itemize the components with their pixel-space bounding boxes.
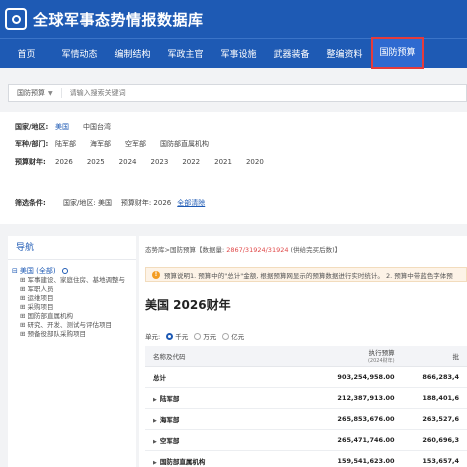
unit-label: 单元: [145, 333, 161, 341]
filter-year-option[interactable]: 2020 [246, 158, 264, 166]
radio-dot-icon [61, 268, 68, 274]
notice-text: 预算说明1. 预算中的"总计"金额, 根据预算网显示的预算数据进行实时统计。 2… [164, 271, 453, 280]
budget-table: 名称及代码 执行预算 (2024财年) 批 总计 903,254,958.00 8… [145, 346, 467, 467]
search-input[interactable] [61, 89, 362, 97]
main-nav: 首页 军情动态 编制结构 军政主官 军事设施 武器装备 整编资料 国防预算 [0, 36, 467, 69]
sidebar-title: 导航 [8, 236, 136, 260]
filter-service-option[interactable]: 国防部直属机构 [160, 139, 209, 149]
filter-conditions-text: 国家/地区: 美国 预算财年: 2026 [63, 199, 172, 207]
table-row[interactable]: ▶ 陆军部 212,387,913.00 188,401,6 [145, 387, 467, 409]
filter-year-option[interactable]: 2025 [87, 158, 105, 166]
clear-all-link[interactable]: 全部清除 [177, 198, 205, 208]
search-scope-select[interactable]: 国防预算 ▼ [9, 88, 62, 98]
nav-military-news[interactable]: 军情动态 [53, 47, 106, 60]
tree-root-label: 美国 (全部) [19, 267, 56, 275]
table-row[interactable]: ▶ 海军部 265,853,676.00 263,527,6 [145, 408, 467, 430]
sidebar-item[interactable]: ⊞ 预备役部队采购项目 [8, 330, 136, 339]
filter-year-option[interactable]: 2023 [150, 158, 168, 166]
filter-year-option[interactable]: 2021 [214, 158, 232, 166]
col-name: 名称及代码 [145, 346, 306, 367]
filter-country-option[interactable]: 中国台湾 [83, 122, 111, 132]
nav-defense-budget[interactable]: 国防预算 [371, 36, 424, 69]
col-exec[interactable]: 执行预算 (2024财年) [306, 346, 403, 367]
filter-year-option[interactable]: 2022 [182, 158, 200, 166]
sidebar-item[interactable]: ⊞ 国防部直属机构 [8, 312, 136, 321]
table-row[interactable]: 总计 903,254,958.00 866,283,4 [145, 366, 467, 388]
sidebar-item[interactable]: ⊞ 采购项目 [8, 303, 136, 312]
filter-country-label: 国家/地区: [15, 123, 49, 131]
sidebar-item[interactable]: ⊞ 军职人员 [8, 285, 136, 294]
table-header-row: 名称及代码 执行预算 (2024财年) 批 [145, 346, 467, 367]
filter-service-label: 军种/部门: [15, 140, 49, 148]
radio-ten-thousand[interactable] [194, 332, 202, 340]
page-title: 美国 2026财年 [145, 298, 231, 312]
nav-facilities[interactable]: 军事设施 [212, 47, 265, 60]
radio-thousand[interactable] [166, 332, 174, 340]
budget-notice: ! 预算说明1. 预算中的"总计"金额, 根据预算网显示的预算数据进行实时统计。… [145, 267, 467, 282]
filter-year-option[interactable]: 2026 [55, 158, 73, 166]
site-title: 全球军事态势情报数据库 [33, 10, 204, 29]
expand-arrow-icon[interactable]: ▶ [153, 460, 157, 466]
filter-panel: 国家/地区: 美国 中国台湾 军种/部门: 陆军部 海军部 空军部 国防部直属机… [0, 112, 467, 224]
table-row[interactable]: ▶ 空军部 265,471,746.00 260,696,3 [145, 429, 467, 451]
header: 全球军事态势情报数据库 [0, 0, 467, 38]
expand-arrow-icon[interactable]: ▶ [153, 418, 157, 424]
breadcrumb: 态势库>国防预算【数据量: 2867/31924/31924 (供给完买后数)】 [145, 246, 342, 254]
sidebar-item[interactable]: ⊞ 研究、开发、测试与评估项目 [8, 321, 136, 330]
filter-conditions-label: 筛选条件: [15, 199, 46, 207]
database-logo-icon [5, 8, 27, 30]
filter-service: 军种/部门: 陆军部 海军部 空军部 国防部直属机构 [15, 139, 223, 149]
filter-conditions: 筛选条件: 国家/地区: 美国 预算财年: 2026 全部清除 [15, 198, 205, 208]
expand-arrow-icon[interactable]: ▶ [153, 439, 157, 445]
sidebar-item[interactable]: ⊞ 军事建设、家庭住房、基地调整与 [8, 276, 136, 285]
search-bar: 国防预算 ▼ [8, 84, 467, 102]
filter-country-option[interactable]: 美国 [55, 122, 69, 132]
filter-service-option[interactable]: 空军部 [125, 139, 146, 149]
filter-year-label: 预算财年: [15, 158, 46, 166]
radio-hundred-million[interactable] [222, 332, 230, 340]
filter-country: 国家/地区: 美国 中国台湾 [15, 122, 125, 132]
col-approved[interactable]: 批 [402, 346, 467, 367]
nav-commanders[interactable]: 军政主官 [159, 47, 212, 60]
filter-service-option[interactable]: 海军部 [90, 139, 111, 149]
nav-weapons[interactable]: 武器装备 [265, 47, 318, 60]
nav-home[interactable]: 首页 [0, 47, 53, 60]
sidebar: 导航 ⊟ 美国 (全部) ⊞ 军事建设、家庭住房、基地调整与 ⊞ 军职人员 ⊞ … [8, 236, 136, 467]
unit-selector: 单元: 千元 万元 亿元 [145, 332, 245, 341]
filter-service-option[interactable]: 陆军部 [55, 139, 76, 149]
filter-year-option[interactable]: 2024 [119, 158, 137, 166]
record-count: 2867/31924/31924 [226, 246, 289, 254]
tree-collapse-icon[interactable]: ⊟ [12, 267, 18, 275]
sidebar-item[interactable]: ⊞ 运维项目 [8, 294, 136, 303]
table-row[interactable]: ▶ 国防部直属机构 159,541,623.00 153,657,4 [145, 450, 467, 467]
expand-arrow-icon[interactable]: ▶ [153, 397, 157, 403]
app-window: 全球军事态势情报数据库 首页 军情动态 编制结构 军政主官 军事设施 武器装备 … [0, 0, 467, 467]
nav-structure[interactable]: 编制结构 [106, 47, 159, 60]
chevron-down-icon: ▼ [48, 89, 53, 97]
filter-year: 预算财年: 2026 2025 2024 2023 2022 2021 2020 [15, 157, 278, 167]
nav-reorg[interactable]: 整编资料 [318, 47, 371, 60]
main-content: 态势库>国防预算【数据量: 2867/31924/31924 (供给完买后数)】… [139, 236, 467, 467]
search-scope-label: 国防预算 [17, 89, 45, 97]
warning-icon: ! [152, 270, 160, 279]
tree-root-usa[interactable]: ⊟ 美国 (全部) [8, 266, 136, 276]
